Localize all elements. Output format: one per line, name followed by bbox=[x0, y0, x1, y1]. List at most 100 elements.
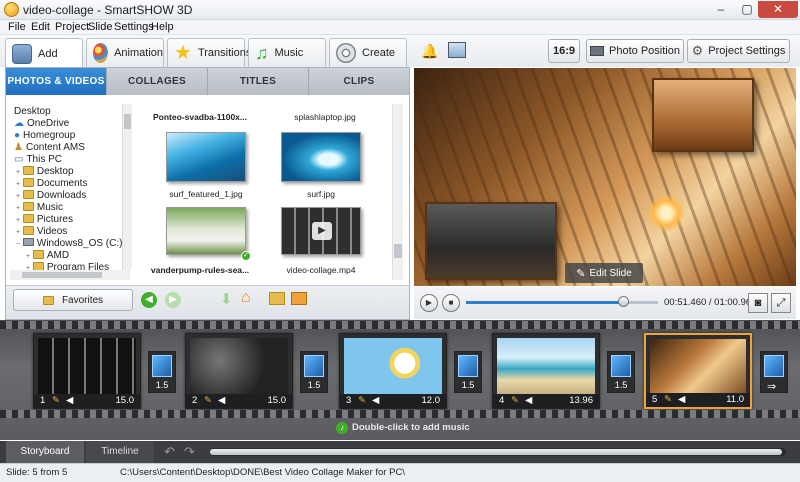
tree-item[interactable]: Desktop bbox=[14, 106, 51, 118]
seek-handle[interactable] bbox=[618, 296, 630, 307]
menu-project[interactable]: Project bbox=[55, 21, 89, 33]
pencil-icon: ✎ bbox=[52, 395, 60, 406]
slide-thumbnail-1[interactable]: 1 ✎ ◀ 15.0 bbox=[33, 333, 141, 409]
menu-file[interactable]: File bbox=[8, 21, 26, 33]
undo-icon[interactable]: ↶ bbox=[164, 444, 175, 460]
home-icon[interactable]: ⌂ bbox=[241, 289, 251, 307]
tree-item[interactable]: + Pictures bbox=[16, 214, 73, 226]
file-name[interactable]: video-collage.mp4 bbox=[261, 265, 381, 275]
speaker-icon: ◀ bbox=[218, 395, 226, 406]
slide-preview[interactable] bbox=[414, 68, 796, 286]
project-settings-label: Project Settings bbox=[708, 45, 786, 57]
snapshot-camera-icon[interactable]: ◙ bbox=[748, 293, 768, 313]
file-name[interactable]: surf.jpg bbox=[261, 189, 381, 199]
back-arrow-icon[interactable]: ◀ bbox=[141, 292, 157, 308]
tree-item[interactable]: + AMD bbox=[26, 250, 69, 262]
photo-position-button[interactable]: Photo Position bbox=[586, 39, 684, 63]
tab-clips[interactable]: CLIPS bbox=[308, 68, 409, 95]
tab-add[interactable]: Add bbox=[5, 38, 83, 68]
tab-titles[interactable]: TITLES bbox=[207, 68, 308, 95]
transition-3[interactable]: 1.5 bbox=[454, 351, 482, 393]
file-thumbnail[interactable] bbox=[166, 207, 246, 255]
tab-storyboard[interactable]: Storyboard bbox=[6, 441, 84, 463]
tree-item[interactable]: − Windows8_OS (C:) bbox=[16, 238, 122, 250]
aspect-ratio-button[interactable]: 16:9 bbox=[548, 39, 580, 63]
folder-tree[interactable]: Desktop ☁ OneDrive ● Homegroup ♟ Content AM… bbox=[10, 104, 133, 270]
transition-5[interactable]: ⇒ bbox=[760, 351, 788, 393]
file-name[interactable]: vanderpump-rules-sea... bbox=[140, 265, 260, 275]
tab-transitions[interactable]: ★ Transitions bbox=[167, 38, 251, 67]
tree-item[interactable]: ● Homegroup bbox=[14, 130, 75, 142]
tree-item[interactable]: + Downloads bbox=[16, 190, 86, 202]
tree-h-scrollbar[interactable] bbox=[10, 270, 130, 280]
slide-thumbnail-4[interactable]: 4 ✎ ◀ 13.96 bbox=[492, 333, 600, 409]
tab-photos-videos[interactable]: PHOTOS & VIDEOS bbox=[6, 68, 106, 95]
edit-slide-button[interactable]: ✎ Edit Slide bbox=[565, 263, 643, 283]
minimize-button[interactable]: – bbox=[708, 1, 734, 18]
new-folder-icon[interactable] bbox=[269, 292, 285, 305]
slide-number: 4 bbox=[499, 395, 505, 406]
files-scrollbar[interactable] bbox=[392, 104, 403, 280]
cloud-icon: ☁ bbox=[14, 118, 24, 129]
forward-arrow-icon[interactable]: ▶ bbox=[165, 292, 181, 308]
status-bar: Slide: 5 from 5 C:\Users\Content\Desktop… bbox=[0, 463, 800, 482]
file-thumbnail[interactable] bbox=[166, 132, 246, 182]
title-bar: video-collage - SmartSHOW 3D – ▢ ✕ bbox=[0, 0, 800, 20]
arrow-right-icon: ⇒ bbox=[767, 381, 777, 393]
tree-item[interactable]: + Documents bbox=[16, 178, 87, 190]
slide-number: 1 bbox=[40, 395, 46, 406]
tree-item[interactable]: + Music bbox=[16, 202, 63, 214]
file-name[interactable]: surf_featured_1.jpg bbox=[146, 189, 266, 199]
favorites-button[interactable]: Favorites bbox=[13, 289, 133, 311]
maximize-button[interactable]: ▢ bbox=[734, 1, 760, 18]
slide-thumbnail-3[interactable]: 3 ✎ ◀ 12.0 bbox=[339, 333, 447, 409]
slide-thumbnail-5[interactable]: 5 ✎ ◀ 11.0 bbox=[644, 333, 752, 409]
tree-item[interactable]: ♟ Content AMS bbox=[14, 142, 85, 154]
collage-photo[interactable] bbox=[652, 78, 754, 152]
tab-create[interactable]: Create bbox=[329, 38, 407, 67]
project-settings-button[interactable]: ⚙ Project Settings bbox=[687, 39, 790, 63]
tab-timeline[interactable]: Timeline bbox=[86, 441, 154, 463]
file-name[interactable]: splashlaptop.jpg bbox=[265, 112, 385, 122]
menu-slide[interactable]: Slide bbox=[88, 21, 112, 33]
seek-bar[interactable] bbox=[466, 296, 658, 307]
collage-photo[interactable] bbox=[425, 202, 557, 280]
speaker-icon: ◀ bbox=[678, 394, 686, 405]
tree-item[interactable]: + Videos bbox=[16, 226, 67, 238]
play-button[interactable]: ▶ bbox=[420, 294, 438, 312]
speaker-icon: ◀ bbox=[66, 395, 74, 406]
menu-settings[interactable]: Settings bbox=[114, 21, 154, 33]
tab-animation[interactable]: Animation bbox=[86, 38, 164, 67]
slide-thumbnail-2[interactable]: 2 ✎ ◀ 15.0 bbox=[185, 333, 293, 409]
storyboard-scrollbar[interactable] bbox=[210, 448, 786, 456]
user-icon: ♟ bbox=[14, 142, 23, 153]
menu-help[interactable]: Help bbox=[151, 21, 174, 33]
fullscreen-icon[interactable]: ⤢ bbox=[771, 293, 791, 313]
file-name[interactable]: Ponteo-svadba-1100x... bbox=[140, 112, 260, 122]
transition-4[interactable]: 1.5 bbox=[607, 351, 635, 393]
close-button[interactable]: ✕ bbox=[758, 1, 798, 18]
transition-2[interactable]: 1.5 bbox=[300, 351, 328, 393]
redo-icon[interactable]: ↷ bbox=[184, 444, 195, 460]
tree-item[interactable]: + Desktop bbox=[16, 166, 74, 178]
tree-item[interactable]: ▭ This PC bbox=[14, 154, 62, 166]
project-path: C:\Users\Content\Desktop\DONE\Best Video… bbox=[120, 467, 405, 478]
down-arrow-icon[interactable]: ⬇ bbox=[220, 290, 233, 308]
tree-item[interactable]: + Program Files bbox=[26, 262, 109, 270]
image-icon[interactable] bbox=[448, 42, 466, 58]
gear-icon: ⚙ bbox=[691, 43, 704, 58]
slide-number: 5 bbox=[652, 394, 658, 405]
tree-item[interactable]: ☁ OneDrive bbox=[14, 118, 69, 130]
stop-button[interactable]: ■ bbox=[442, 294, 460, 312]
tab-collages[interactable]: COLLAGES bbox=[106, 68, 207, 95]
bell-icon[interactable]: 🔔 bbox=[421, 43, 438, 60]
menu-edit[interactable]: Edit bbox=[31, 21, 50, 33]
transition-1[interactable]: 1.5 bbox=[148, 351, 176, 393]
tree-scrollbar[interactable] bbox=[122, 104, 132, 270]
tab-music[interactable]: ♫ Music bbox=[248, 38, 326, 67]
music-track[interactable]: ♪ Double-click to add music bbox=[0, 418, 800, 440]
folder-up-icon[interactable] bbox=[291, 292, 307, 305]
file-thumbnail[interactable]: ▶ bbox=[281, 207, 361, 255]
folder-icon bbox=[32, 262, 44, 270]
file-thumbnail[interactable] bbox=[281, 132, 361, 182]
